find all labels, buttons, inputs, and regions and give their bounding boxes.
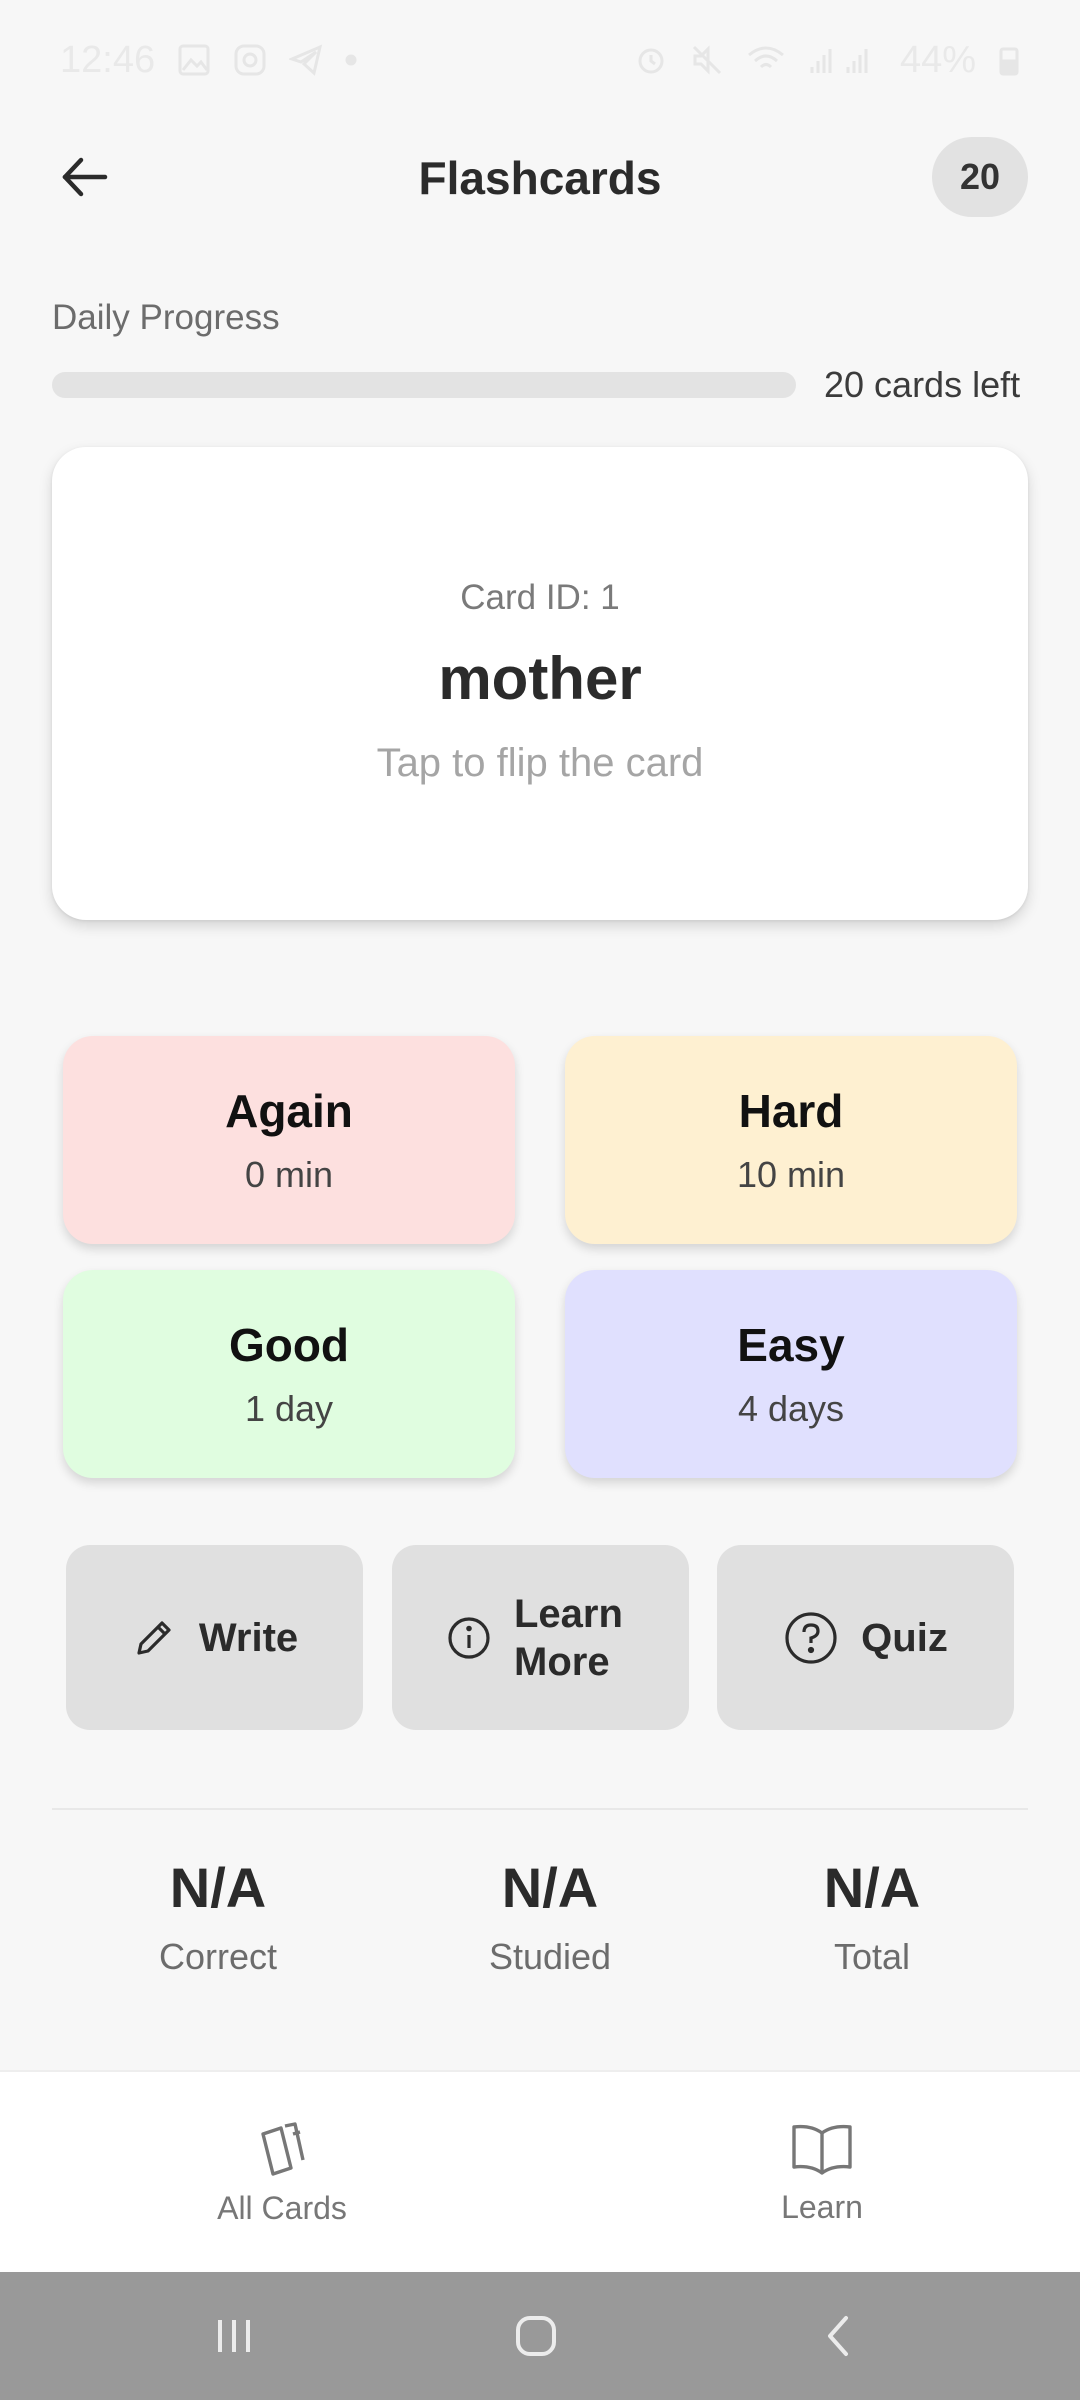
alarm-icon: [634, 43, 668, 77]
easy-interval: 4 days: [737, 1388, 845, 1429]
nav-learn-label: Learn: [781, 2188, 863, 2225]
write-label: Write: [198, 1615, 299, 1660]
card-word: mother: [438, 644, 642, 712]
stat-studied: N/A Studied: [430, 1855, 670, 1978]
cards-icon: [261, 2121, 305, 2176]
stat-total: N/A Total: [752, 1855, 992, 1978]
good-interval: 1 day: [244, 1388, 334, 1429]
hard-interval: 10 min: [736, 1154, 846, 1195]
correct-value: N/A: [169, 1856, 267, 1919]
studied-label: Studied: [488, 1936, 612, 1977]
recent-apps-icon: [218, 2320, 250, 2352]
app-header: Flashcards 20: [0, 120, 1080, 235]
learn-more-label: Learn More: [514, 1591, 623, 1684]
pencil-icon: [137, 1620, 171, 1655]
question-icon: [785, 1611, 837, 1664]
divider: [52, 1808, 1028, 1810]
nav-all-cards-label: All Cards: [217, 2189, 347, 2226]
nav-all-cards[interactable]: All Cards: [132, 2072, 432, 2274]
back-button[interactable]: [50, 142, 120, 212]
good-button[interactable]: Good 1 day: [63, 1270, 515, 1478]
rating-buttons: Again 0 min Hard 10 min Good 1 day Easy …: [63, 1036, 1017, 1478]
progress-row: 20 cards left: [52, 360, 1028, 410]
signal-icon: [808, 43, 878, 77]
correct-label: Correct: [158, 1936, 278, 1977]
total-value: N/A: [823, 1856, 921, 1919]
cards-left-text: 20 cards left: [824, 364, 1021, 405]
again-label: Again: [225, 1085, 353, 1137]
system-navigation-bar: [0, 2272, 1080, 2400]
dot-icon: [345, 54, 357, 66]
action-buttons: Write Learn More Quiz: [66, 1545, 1014, 1730]
back-chevron-icon: [828, 2316, 848, 2356]
card-count-badge: 20: [932, 137, 1028, 217]
info-icon: [448, 1616, 490, 1659]
battery-icon: [998, 43, 1020, 77]
quiz-label: Quiz: [861, 1615, 948, 1660]
progress-label: Daily Progress: [52, 298, 280, 337]
learn-more-button[interactable]: Learn More: [391, 1545, 689, 1730]
status-time: 12:46: [60, 38, 156, 81]
telegram-icon: [289, 43, 323, 77]
system-back-button[interactable]: [798, 2304, 878, 2368]
stat-correct: N/A Correct: [98, 1855, 338, 1978]
progress-bar: [52, 372, 796, 398]
quiz-button[interactable]: Quiz: [717, 1545, 1014, 1730]
nav-learn[interactable]: Learn: [672, 2072, 972, 2274]
status-left: 12:46: [60, 39, 357, 82]
wifi-icon: [746, 43, 786, 77]
page-title: Flashcards: [418, 151, 662, 204]
bottom-navigation: All Cards Learn: [0, 2070, 1080, 2272]
good-label: Good: [228, 1319, 350, 1371]
again-button[interactable]: Again 0 min: [63, 1036, 515, 1244]
battery-percent: 44%: [899, 38, 976, 81]
book-icon: [792, 2124, 852, 2175]
flashcard[interactable]: Card ID: 1 mother Tap to flip the card: [52, 447, 1028, 920]
home-button[interactable]: [496, 2304, 576, 2368]
mute-icon: [690, 43, 724, 77]
recent-apps-button[interactable]: [194, 2304, 274, 2368]
gallery-icon: [177, 43, 211, 77]
studied-value: N/A: [501, 1856, 599, 1919]
easy-button[interactable]: Easy 4 days: [565, 1270, 1017, 1478]
home-icon: [516, 2316, 556, 2356]
status-right: 44%: [634, 39, 1020, 82]
flip-hint: Tap to flip the card: [376, 740, 704, 785]
total-label: Total: [833, 1936, 911, 1977]
flashcards-screen: 12:46 44% Flashcards 20 Daily Progress 2…: [0, 0, 1080, 2400]
status-bar: 12:46 44%: [0, 0, 1080, 120]
hard-label: Hard: [738, 1085, 844, 1137]
hard-button[interactable]: Hard 10 min: [565, 1036, 1017, 1244]
easy-label: Easy: [737, 1319, 845, 1371]
card-id: Card ID: 1: [460, 577, 620, 617]
stats-row: N/A Correct N/A Studied N/A Total: [0, 1855, 1080, 1985]
write-button[interactable]: Write: [66, 1545, 363, 1730]
again-interval: 0 min: [244, 1154, 334, 1195]
instagram-icon: [233, 43, 267, 77]
arrow-left-icon: [62, 157, 108, 197]
